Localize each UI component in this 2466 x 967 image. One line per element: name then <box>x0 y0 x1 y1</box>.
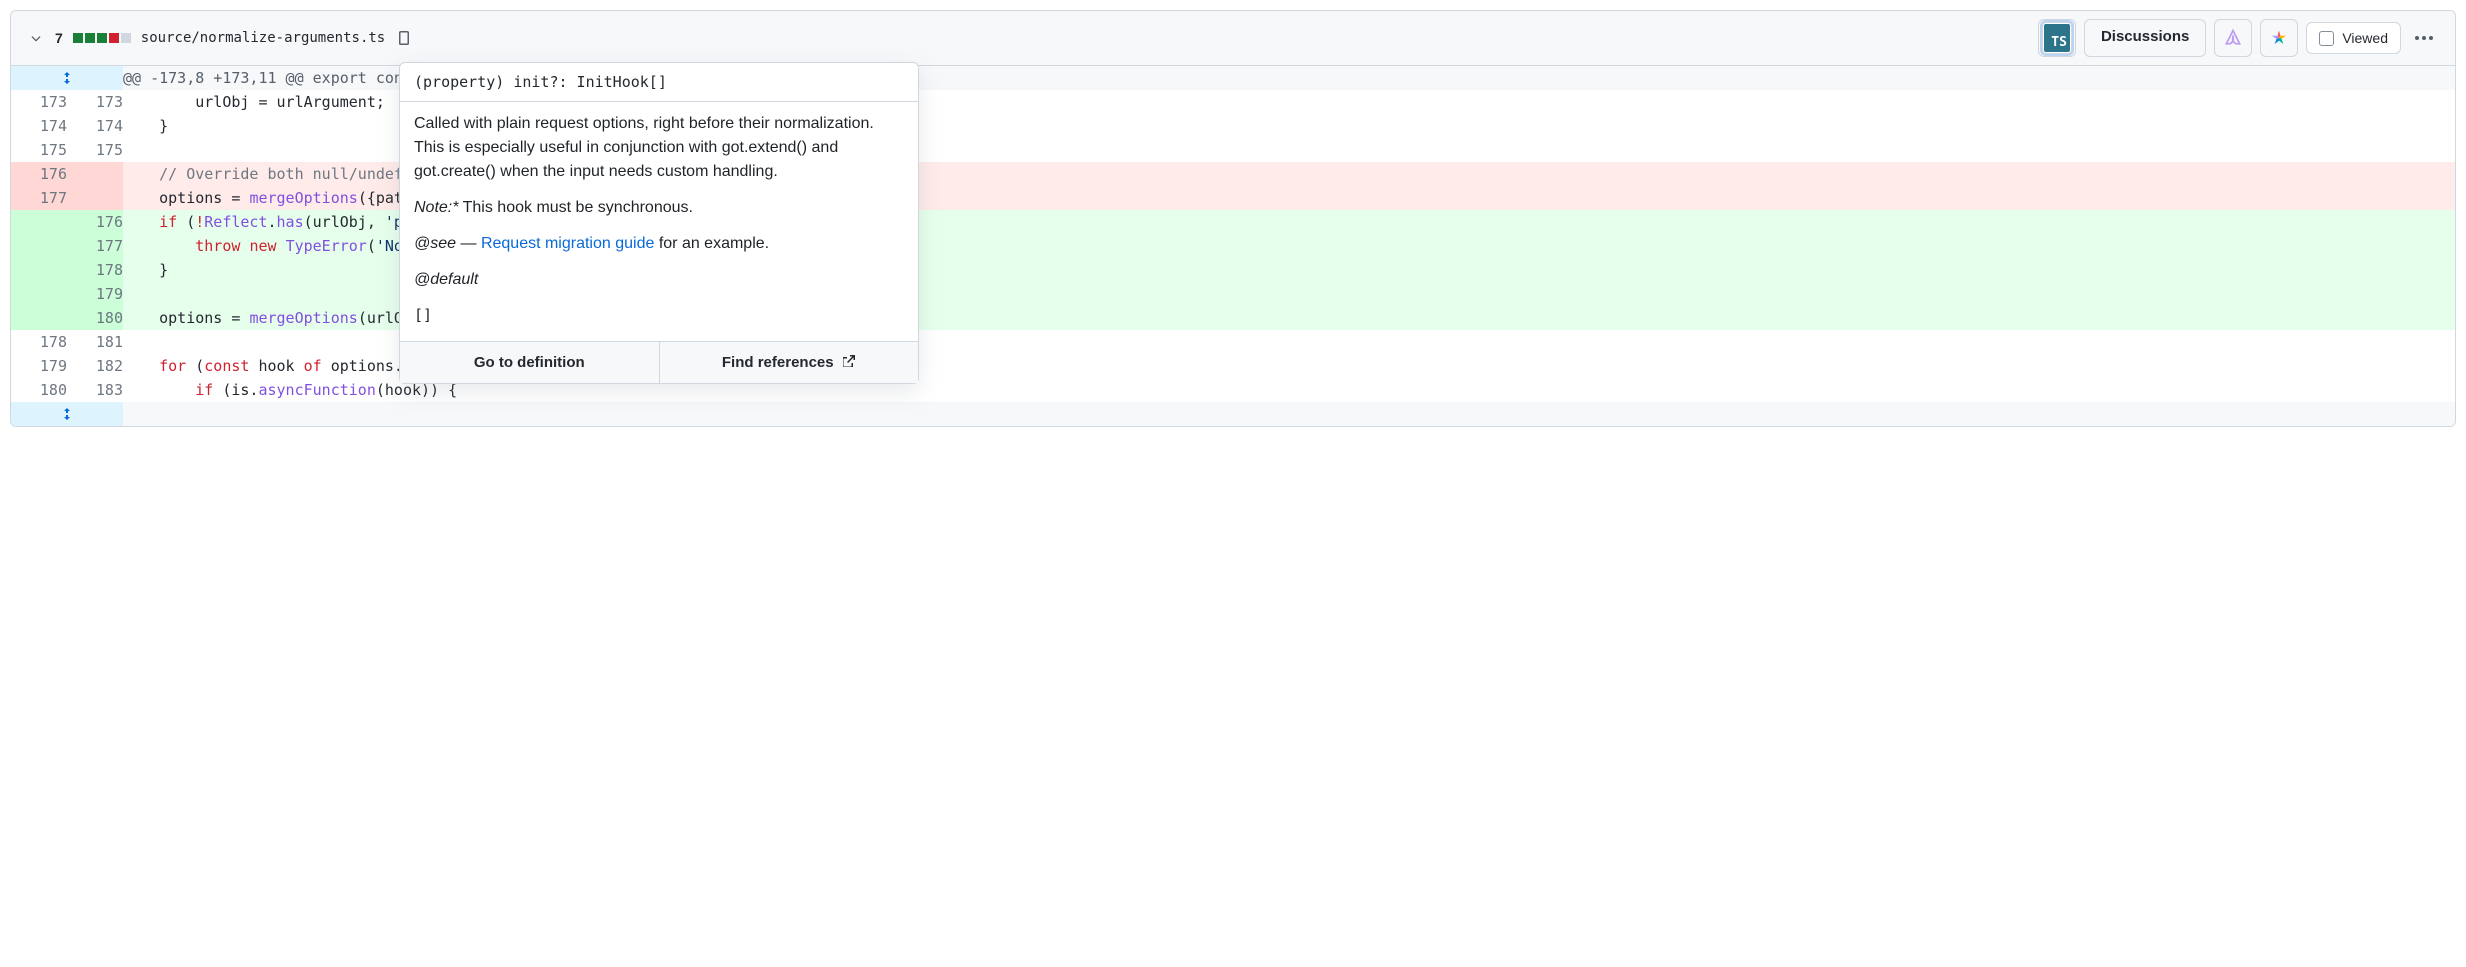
integration-asterisk-button[interactable] <box>2260 19 2298 57</box>
diffstat-blocks <box>73 33 131 43</box>
hover-note: Note:* This hook must be synchronous. <box>414 196 904 220</box>
diffstat-neutral-block <box>121 33 131 43</box>
diffstat-count: 7 <box>55 30 63 46</box>
viewed-label: Viewed <box>2342 30 2388 46</box>
line-number-new[interactable]: 173 <box>67 90 123 114</box>
line-number-old[interactable]: 179 <box>11 354 67 378</box>
file-header: 7 source/normalize-arguments.ts TS Discu… <box>11 11 2455 66</box>
hover-actions: Go to definition Find references <box>400 341 918 383</box>
line-number-old[interactable]: 173 <box>11 90 67 114</box>
ts-badge: TS <box>2043 23 2071 53</box>
kebab-menu-icon[interactable] <box>2409 36 2439 40</box>
line-number-new[interactable]: 178 <box>67 258 123 282</box>
line-number-old[interactable] <box>11 234 67 258</box>
diff-table: @@ -173,8 +173,11 @@ export const nor173… <box>11 66 2455 426</box>
line-number-new[interactable]: 175 <box>67 138 123 162</box>
copy-path-icon[interactable] <box>395 29 413 47</box>
line-number-old[interactable]: 177 <box>11 186 67 210</box>
hover-default-value: [] <box>414 304 904 327</box>
line-number-old[interactable]: 178 <box>11 330 67 354</box>
line-number-new[interactable]: 174 <box>67 114 123 138</box>
go-to-definition-button[interactable]: Go to definition <box>400 342 659 383</box>
file-header-right: TS Discussions Viewed <box>2038 19 2439 57</box>
integration-sentry-button[interactable] <box>2214 19 2252 57</box>
hover-see-link[interactable]: Request migration guide <box>481 235 654 252</box>
expand-context-icon[interactable] <box>11 402 123 426</box>
hover-card: (property) init?: InitHook[] Called with… <box>399 62 919 384</box>
line-number-old[interactable]: 176 <box>11 162 67 186</box>
diffstat-add-block <box>85 33 95 43</box>
diffstat-add-block <box>73 33 83 43</box>
line-number-new[interactable]: 177 <box>67 234 123 258</box>
hover-signature: (property) init?: InitHook[] <box>400 63 918 102</box>
hover-see: @see — Request migration guide for an ex… <box>414 232 904 256</box>
diffstat-add-block <box>97 33 107 43</box>
line-number-new[interactable]: 176 <box>67 210 123 234</box>
collapse-chevron-icon[interactable] <box>27 29 45 47</box>
hover-description: Called with plain request options, right… <box>414 112 904 184</box>
language-ts-button[interactable]: TS <box>2038 19 2076 57</box>
line-number-new[interactable]: 183 <box>67 378 123 402</box>
line-number-new[interactable] <box>67 186 123 210</box>
discussions-button[interactable]: Discussions <box>2084 19 2206 57</box>
line-number-new[interactable]: 179 <box>67 282 123 306</box>
line-number-old[interactable]: 180 <box>11 378 67 402</box>
diff-file-frame: 7 source/normalize-arguments.ts TS Discu… <box>10 10 2456 427</box>
line-number-old[interactable] <box>11 210 67 234</box>
line-number-new[interactable]: 180 <box>67 306 123 330</box>
viewed-toggle[interactable]: Viewed <box>2306 22 2401 54</box>
hunk-footer-spacer <box>123 402 2455 426</box>
hover-default-label: @default <box>414 268 904 292</box>
external-link-icon <box>840 354 856 370</box>
diffstat-del-block <box>109 33 119 43</box>
line-number-new[interactable]: 182 <box>67 354 123 378</box>
line-number-old[interactable]: 174 <box>11 114 67 138</box>
find-references-button[interactable]: Find references <box>659 342 919 383</box>
line-number-new[interactable] <box>67 162 123 186</box>
expand-context-icon[interactable] <box>11 66 123 90</box>
viewed-checkbox-icon <box>2319 31 2334 46</box>
hover-body: Called with plain request options, right… <box>400 102 918 341</box>
line-number-new[interactable]: 181 <box>67 330 123 354</box>
line-number-old[interactable] <box>11 306 67 330</box>
file-header-left: 7 source/normalize-arguments.ts <box>27 29 413 47</box>
line-number-old[interactable]: 175 <box>11 138 67 162</box>
file-path[interactable]: source/normalize-arguments.ts <box>141 30 385 46</box>
line-number-old[interactable] <box>11 258 67 282</box>
line-number-old[interactable] <box>11 282 67 306</box>
